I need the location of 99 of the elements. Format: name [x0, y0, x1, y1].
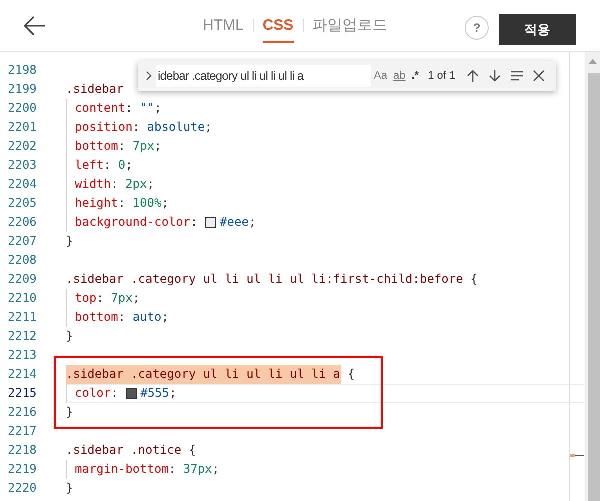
code-token: auto [132, 309, 162, 326]
match-count: 1 of 1 [428, 70, 456, 82]
line-number: 2217 [7, 423, 38, 440]
line-number: 2204 [7, 176, 38, 193]
code-token: ; [162, 309, 169, 326]
code-token: : [96, 290, 105, 307]
code-token: { [188, 442, 196, 459]
line-number: 2214 [7, 366, 38, 383]
code-token: { [346, 366, 355, 383]
code-token: background-color [75, 214, 191, 231]
line-number: 2213 [7, 347, 38, 364]
back-arrow-icon[interactable] [24, 16, 46, 36]
lines-icon[interactable] [510, 69, 524, 83]
line-number: 2209 [7, 271, 38, 288]
code-token: color [75, 385, 112, 402]
search-field[interactable]: idebar .category ul li ul li ul li a [156, 65, 371, 87]
code-token: absolute [147, 119, 206, 136]
code-token: ; [154, 138, 162, 155]
code-token: .sidebar .category ul li ul li ul li:first-child:before [66, 271, 464, 288]
code-token: 0 [118, 157, 126, 174]
code-token: ; [248, 214, 256, 231]
code-token: bottom [75, 309, 118, 326]
code-token: : [126, 100, 134, 117]
tab[interactable]: HTML [203, 0, 244, 52]
code-token: } [66, 233, 74, 250]
line-number: 2211 [7, 309, 38, 326]
code-token: ; [212, 461, 220, 478]
regex-toggle[interactable]: .* [408, 70, 422, 82]
line-number: 2199 [7, 81, 38, 98]
tab[interactable]: CSS [262, 0, 294, 52]
code-token: 7px [132, 138, 154, 155]
help-button[interactable]: ? [465, 16, 489, 40]
code-token: : [118, 309, 127, 326]
code-token: 100% [132, 195, 162, 212]
arrow-down-icon[interactable] [488, 69, 502, 83]
code-token: 2px [126, 176, 148, 193]
code-token: content [75, 100, 126, 117]
code-token: bottom [75, 138, 118, 155]
line-number: 2208 [7, 252, 38, 269]
overview-marker-icon [570, 454, 584, 457]
line-number: 2219 [7, 461, 38, 478]
match-case-toggle[interactable]: Aa [371, 70, 390, 82]
code-token: : [111, 385, 120, 402]
line-number: 2201 [7, 119, 38, 136]
code-token: ; [205, 119, 212, 136]
line-number: 2198 [7, 62, 38, 79]
line-number: 2202 [7, 138, 38, 155]
arrow-up-icon[interactable] [466, 69, 480, 83]
line-number: 2207 [7, 233, 38, 250]
code-token: position [75, 119, 133, 136]
line-number: 2212 [7, 328, 38, 345]
code-token: #555 [140, 385, 170, 402]
code-token: margin-bottom [75, 461, 169, 478]
line-number: 2216 [7, 404, 38, 421]
scrollbar-thumb[interactable] [588, 73, 600, 501]
code-token: .sidebar .notice [66, 442, 182, 459]
line-number: 2220 [7, 480, 38, 497]
code-token: ; [147, 176, 154, 193]
code-token: { [470, 271, 478, 288]
code-token: #eee [220, 214, 249, 231]
line-number: 2215 [7, 385, 38, 402]
chevron-right-icon[interactable] [144, 70, 154, 82]
code-token: } [66, 328, 74, 345]
code-token: } [66, 404, 74, 421]
line-number: 2205 [7, 195, 38, 212]
search-match: .sidebar .category ul li ul li ul li a [66, 365, 341, 384]
apply-button[interactable]: 적용 [499, 14, 576, 45]
code-token: "" [140, 100, 154, 117]
color-swatch[interactable] [205, 217, 216, 228]
code-token: width [75, 176, 112, 193]
code-token: top [75, 290, 97, 307]
code-token: 37px [183, 461, 212, 478]
code-token: height [75, 195, 118, 212]
code-token: : [132, 119, 142, 136]
code-token: .sidebar [66, 81, 124, 98]
line-number: 2206 [7, 214, 38, 231]
close-icon[interactable] [532, 69, 546, 83]
code-token: : [104, 157, 112, 174]
line-number: 2203 [7, 157, 38, 174]
code-token: ; [154, 100, 162, 117]
code-token: : [190, 214, 199, 231]
code-token: : [168, 461, 178, 478]
scrollbar-track[interactable] [585, 52, 600, 501]
line-number: 2210 [7, 290, 38, 307]
code-token: ; [132, 290, 140, 307]
code-token: left [75, 157, 104, 174]
code-token: } [66, 480, 74, 497]
code-token: ; [162, 195, 169, 212]
line-number: 2218 [7, 442, 38, 459]
code-token: ; [126, 157, 133, 174]
code-token: 7px [111, 290, 133, 307]
code-token: : [118, 195, 127, 212]
code-token: ; [169, 385, 177, 402]
color-swatch[interactable] [126, 388, 137, 399]
tab[interactable]: 파일업로드 [312, 0, 388, 52]
code-token: : [118, 138, 127, 155]
whole-word-toggle[interactable]: ab [390, 70, 409, 82]
line-number: 2200 [7, 100, 38, 117]
code-token: : [111, 176, 120, 193]
